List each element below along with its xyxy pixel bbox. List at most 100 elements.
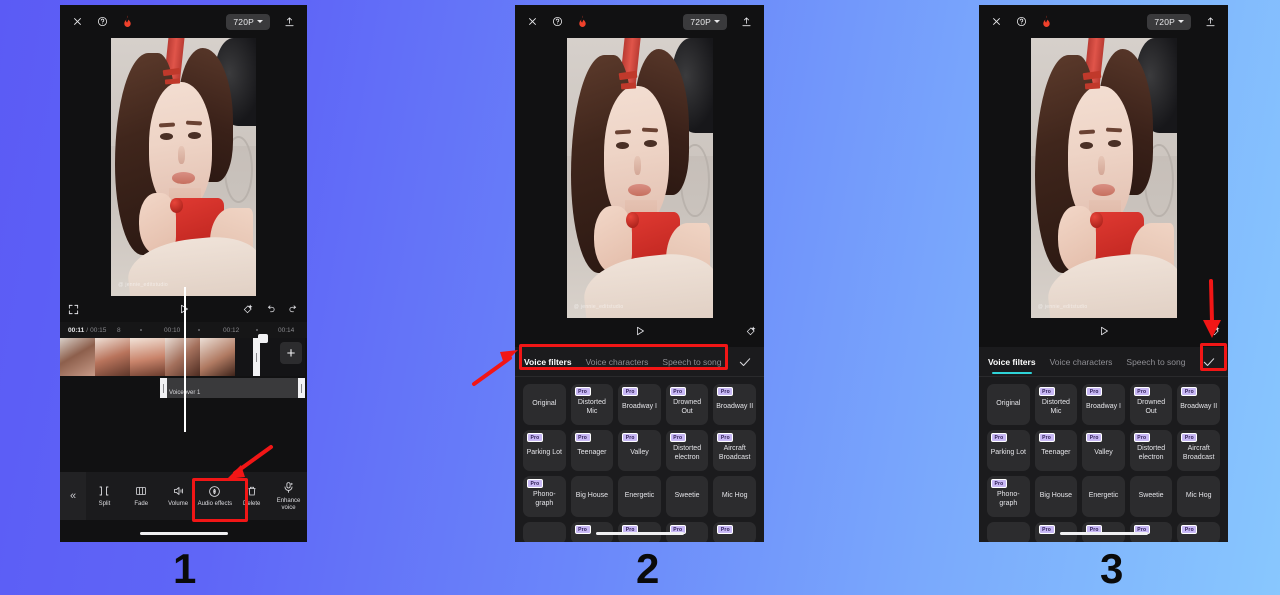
filter-cell[interactable]: Pro Drowned Out xyxy=(665,384,709,425)
close-icon[interactable] xyxy=(527,16,538,27)
thumbnail[interactable] xyxy=(200,338,235,376)
filter-cell[interactable]: Pro Broadway I xyxy=(618,384,661,425)
filter-cell[interactable]: Pro Parking Lot xyxy=(523,430,566,471)
clip-trim-handle-right[interactable] xyxy=(298,378,305,398)
filter-cell[interactable]: Mic Hog xyxy=(1177,476,1220,517)
tab-voice-filters[interactable]: Voice filters xyxy=(524,357,572,367)
filter-cell[interactable]: Pro Phono-graph xyxy=(987,476,1030,517)
filter-cell[interactable]: Pro Valley xyxy=(1082,430,1125,471)
flame-icon[interactable] xyxy=(577,15,588,28)
tab-speech-to-song[interactable]: Speech to song xyxy=(1126,357,1185,367)
filter-label: Big House xyxy=(1039,492,1073,500)
thumbnail[interactable] xyxy=(165,338,200,376)
filter-cell[interactable]: Pro xyxy=(1177,522,1220,542)
filter-label: Phono-graph xyxy=(533,490,556,507)
fullscreen-icon[interactable] xyxy=(68,304,79,315)
timeline-tracks[interactable]: + Voiceover 1 xyxy=(60,287,307,432)
toolbar-item-audio-effects[interactable]: Audio effects xyxy=(196,484,233,508)
export-icon[interactable] xyxy=(741,16,752,28)
magic-wand-icon[interactable] xyxy=(242,304,253,315)
toolbar-label: Fade xyxy=(134,501,149,508)
filter-cell[interactable]: Energetic xyxy=(1082,476,1125,517)
tab-voice-filters[interactable]: Voice filters xyxy=(988,357,1036,374)
toolbar-item-delete[interactable]: Delete xyxy=(233,484,270,508)
filter-cell[interactable]: Pro Valley xyxy=(618,430,661,471)
filter-label: Distorted electron xyxy=(673,444,702,461)
flame-icon[interactable] xyxy=(122,15,133,28)
help-icon[interactable] xyxy=(1016,16,1027,27)
filter-cell[interactable] xyxy=(987,522,1030,542)
thumbnail[interactable] xyxy=(60,338,95,376)
clip-trim-handle-left[interactable] xyxy=(160,378,167,398)
play-icon[interactable] xyxy=(634,325,646,337)
filter-cell[interactable]: Pro Broadway I xyxy=(1082,384,1125,425)
volume-icon xyxy=(172,484,185,498)
voiceover-clip[interactable]: Voiceover 1 xyxy=(160,378,305,398)
export-icon[interactable] xyxy=(1205,16,1216,28)
pro-badge: Pro xyxy=(1038,433,1055,443)
pro-badge: Pro xyxy=(1038,387,1055,397)
filter-cell[interactable]: Original xyxy=(523,384,566,425)
magic-wand-icon[interactable] xyxy=(745,326,756,337)
close-icon[interactable] xyxy=(991,16,1002,27)
filter-cell[interactable]: Big House xyxy=(1034,476,1078,517)
filter-cell[interactable]: Sweetie xyxy=(1129,476,1173,517)
redo-icon[interactable] xyxy=(288,304,299,315)
filter-cell[interactable]: Pro Distorted electron xyxy=(1129,430,1173,471)
filter-cell[interactable]: Pro Aircraft Broadcast xyxy=(1177,430,1220,471)
resolution-selector[interactable]: 720P xyxy=(683,13,727,30)
confirm-checkmark-icon[interactable] xyxy=(735,351,755,373)
toolbar-item-split[interactable]: Split xyxy=(86,484,123,508)
step-number-2: 2 xyxy=(636,545,660,592)
filter-cell[interactable]: Pro Broadway II xyxy=(1177,384,1220,425)
video-preview[interactable]: @ jennie_editstudio xyxy=(515,38,764,318)
resolution-selector[interactable]: 720P xyxy=(226,13,270,30)
flame-icon[interactable] xyxy=(1041,15,1052,28)
tab-voice-characters[interactable]: Voice characters xyxy=(586,357,649,367)
thumbnail[interactable] xyxy=(130,338,165,376)
resolution-selector[interactable]: 720P xyxy=(1147,13,1191,30)
toolbar-item-fade[interactable]: Fade xyxy=(123,484,160,508)
filter-cell[interactable]: Pro Phono-graph xyxy=(523,476,566,517)
active-tab-underline xyxy=(991,371,1032,374)
close-icon[interactable] xyxy=(72,16,83,27)
filter-label: Valley xyxy=(630,449,649,457)
filter-cell[interactable]: Pro Broadway II xyxy=(713,384,756,425)
filter-cell[interactable]: Pro Distorted Mic xyxy=(1034,384,1078,425)
toolbar-item-volume[interactable]: Volume xyxy=(160,484,197,508)
play-icon[interactable] xyxy=(1098,325,1110,337)
collapse-toolbar-button[interactable]: « xyxy=(60,472,86,520)
pro-badge: Pro xyxy=(527,479,543,489)
toolbar-item-enhance-voice[interactable]: Enhance voice xyxy=(270,481,307,512)
filter-cell[interactable]: Pro xyxy=(713,522,756,542)
filter-cell[interactable]: Pro Parking Lot xyxy=(987,430,1030,471)
video-preview[interactable]: @ jennie_editstudio xyxy=(60,38,307,296)
tab-speech-to-song[interactable]: Speech to song xyxy=(662,357,721,367)
tab-voice-characters[interactable]: Voice characters xyxy=(1050,357,1113,367)
filter-cell[interactable]: Mic Hog xyxy=(713,476,756,517)
filter-cell[interactable]: Pro Teenager xyxy=(570,430,614,471)
filter-cell[interactable]: Original xyxy=(987,384,1030,425)
filter-cell[interactable]: Energetic xyxy=(618,476,661,517)
filter-cell[interactable]: Sweetie xyxy=(665,476,709,517)
filter-cell[interactable]: Pro Distorted electron xyxy=(665,430,709,471)
add-clip-button[interactable]: + xyxy=(280,342,302,364)
filter-cell[interactable]: Pro Teenager xyxy=(1034,430,1078,471)
undo-icon[interactable] xyxy=(265,304,276,315)
export-icon[interactable] xyxy=(284,16,295,28)
filter-label: Sweetie xyxy=(1138,492,1164,500)
video-preview[interactable]: @ jennie_editstudio xyxy=(979,38,1228,318)
filter-cell[interactable]: Big House xyxy=(570,476,614,517)
filter-cell[interactable]: Pro Distorted Mic xyxy=(570,384,614,425)
help-icon[interactable] xyxy=(552,16,563,27)
thumbnail[interactable] xyxy=(95,338,130,376)
help-icon[interactable] xyxy=(97,16,108,27)
filter-cell[interactable] xyxy=(523,522,566,542)
playhead[interactable] xyxy=(184,287,186,432)
filter-cell[interactable]: Pro Aircraft Broadcast xyxy=(713,430,756,471)
filter-cell[interactable]: Pro Drowned Out xyxy=(1129,384,1173,425)
pro-badge: Pro xyxy=(574,387,591,397)
confirm-checkmark-icon[interactable] xyxy=(1199,351,1219,373)
player-controls xyxy=(515,318,764,344)
clip-trim-handle[interactable] xyxy=(253,338,260,376)
